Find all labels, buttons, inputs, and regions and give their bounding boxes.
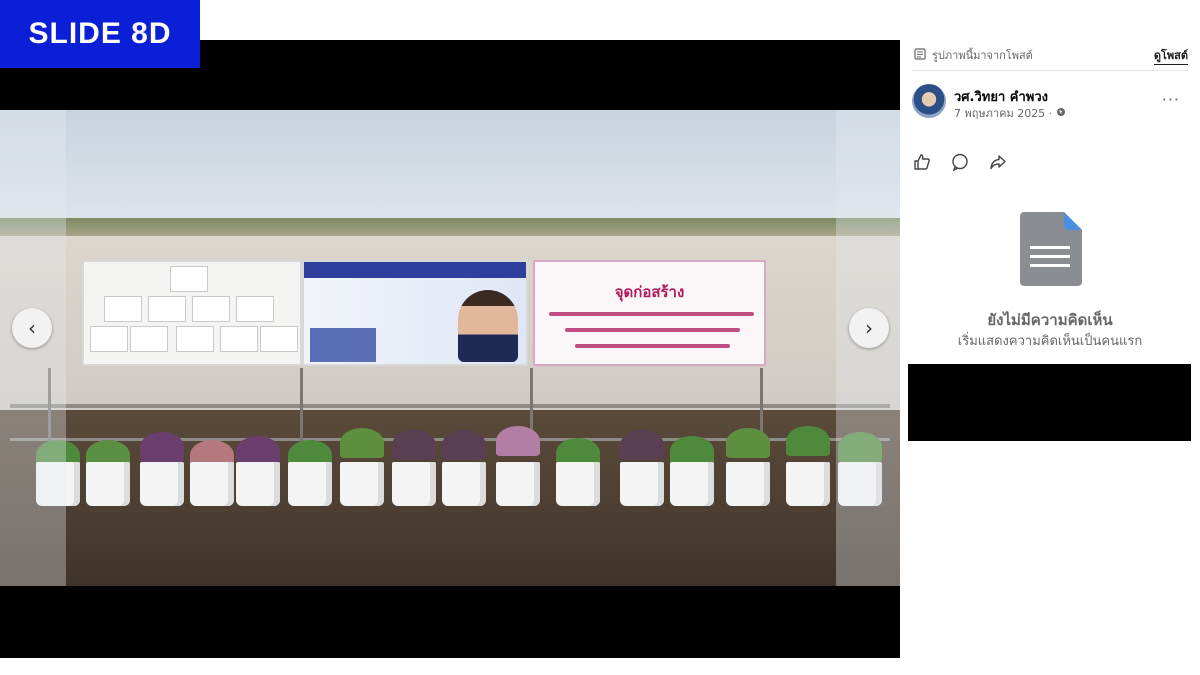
plant [496,426,540,456]
chevron-right-icon: › [865,316,873,340]
flower-pot [556,462,600,506]
post-actions [912,153,1008,175]
photo-source: รูปภาพนี้มาจากโพสต์ [914,46,1033,64]
post-date[interactable]: 7 พฤษภาคม 2025 · [954,104,1066,122]
plant [340,428,384,458]
plant [442,430,486,460]
share-icon [989,153,1007,175]
post-photo: จุดก่อสร้าง [0,110,900,586]
plant [786,426,830,456]
politician-banner [302,260,528,366]
plant [140,432,184,462]
plant [726,428,770,458]
banner-inset-photo [310,328,376,362]
railing-top [10,404,890,408]
sign-text-line [575,344,730,348]
board-paper [176,326,214,352]
banner-header [304,262,526,278]
sign-text-line [549,312,754,316]
board-paper [236,296,274,322]
board-paper [104,296,142,322]
flower-pot [786,462,830,506]
post-date-text: 7 พฤษภาคม 2025 · [954,107,1056,120]
board-paper [130,326,168,352]
banner-portrait [458,290,518,362]
photo-viewer: จุดก่อสร้าง ‹ › [0,40,900,658]
avatar[interactable] [912,84,946,118]
flower-pot [442,462,486,506]
slide-tag: SLIDE 8D [0,0,200,68]
previous-photo-button[interactable]: ‹ [12,308,52,348]
globe-icon [1056,107,1066,120]
photo-edge-right [836,110,900,586]
sign-text-line [565,328,740,332]
photo-sky [0,110,900,230]
document-icon [914,47,926,63]
empty-comments-document-icon [1020,212,1082,286]
flower-pot [190,462,234,506]
flower-pot [726,462,770,506]
thumbs-up-icon [913,153,931,175]
flower-pot [340,462,384,506]
empty-comments-title: ยังไม่มีความคิดเห็น [987,311,1113,329]
photo-treeline [0,218,900,236]
board-paper [90,326,128,352]
board-paper [260,326,298,352]
flower-pot [86,462,130,506]
construction-sign-title: จุดก่อสร้าง [614,283,685,301]
redacted-block [908,364,1191,441]
photo-edge-left [0,110,66,586]
plant [392,430,436,460]
notice-board [82,260,302,366]
flower-pot [620,462,664,506]
photo-source-label: รูปภาพนี้มาจากโพสต์ [932,49,1033,62]
like-button[interactable] [912,154,932,174]
construction-sign: จุดก่อสร้าง [533,260,766,366]
railing-post [300,368,303,442]
board-paper [170,266,208,292]
flower-pot [392,462,436,506]
next-photo-button[interactable]: › [849,308,889,348]
flower-pot [496,462,540,506]
plant [620,430,664,460]
share-button[interactable] [988,154,1008,174]
flower-pot [140,462,184,506]
board-paper [148,296,186,322]
flower-pot [236,462,280,506]
more-options-button[interactable]: ··· [1162,90,1180,109]
comment-button[interactable] [950,153,970,175]
view-post-link[interactable]: ดูโพสต์ [1153,46,1188,65]
chevron-left-icon: ‹ [28,316,36,340]
divider [912,70,1188,71]
post-side-panel: รูปภาพนี้มาจากโพสต์ ดูโพสต์ วศ.วิทยา คำพ… [900,40,1200,675]
empty-comments-subtitle: เริ่มแสดงความคิดเห็นเป็นคนแรก [957,334,1143,349]
comment-icon [951,153,969,175]
board-paper [192,296,230,322]
flower-pot [288,462,332,506]
flower-pot [670,462,714,506]
board-paper [220,326,258,352]
